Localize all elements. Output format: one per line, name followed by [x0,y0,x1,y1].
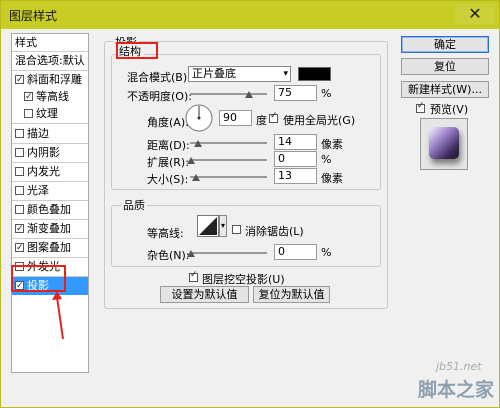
close-icon[interactable]: ✕ [455,4,495,24]
contour-picker[interactable] [197,215,219,237]
style-item-bevel-emboss[interactable]: 斜面和浮雕 [12,71,88,88]
checkbox[interactable] [24,109,33,118]
spread-slider-track[interactable] [190,159,267,161]
checkbox[interactable] [15,72,24,88]
watermark-site: jb51.net [436,360,482,373]
checkbox[interactable] [15,240,24,256]
spread-unit: % [321,153,332,166]
opacity-label: 不透明度(O): [127,90,192,103]
style-item-gradient-overlay[interactable]: 渐变叠加 [12,220,88,237]
size-slider-track[interactable] [190,176,267,178]
angle-dial[interactable] [184,103,214,133]
distance-label: 距离(D): [147,139,190,152]
style-item-pattern-overlay[interactable]: 图案叠加 [12,239,88,256]
set-default-button[interactable]: 设置为默认值 [160,286,249,303]
title-bar: 图层样式 ✕ [1,1,499,29]
preview-checkbox[interactable] [416,101,425,113]
spread-slider-thumb[interactable] [187,157,195,164]
watermark-brand: 脚本之家 [418,379,495,401]
blend-mode-select[interactable]: 正片叠底 ▾ [188,66,291,82]
contour-label: 等高线: [147,227,184,240]
preview-label: 预览(V) [430,103,469,116]
opacity-slider-track[interactable] [190,93,267,95]
annotation-box-structure [116,42,158,59]
angle-unit: 度 [256,114,267,127]
chevron-down-icon: ▾ [283,69,288,79]
size-unit: 像素 [321,172,343,185]
style-item-color-overlay[interactable]: 颜色叠加 [12,201,88,218]
antialias-checkbox[interactable] [232,225,241,234]
style-item-texture[interactable]: 纹理 [12,105,88,122]
style-item-blending-options[interactable]: 混合选项:默认 [12,52,88,69]
noise-input[interactable]: 0 [274,244,317,260]
noise-slider-track[interactable] [190,252,267,254]
layer-style-dialog: 图层样式 ✕ 样式 混合选项:默认 斜面和浮雕 等高线 纹理 描边 内阴影 内发… [0,0,500,408]
style-preview-thumbnail [420,118,468,170]
checkbox[interactable] [24,89,33,105]
size-slider-thumb[interactable] [192,174,200,181]
global-light-label: 使用全局光(G) [283,114,356,127]
shadow-color-swatch[interactable] [298,67,331,81]
blend-mode-label: 混合模式(B): [127,71,191,84]
style-item-inner-glow[interactable]: 内发光 [12,163,88,180]
antialias-label: 消除锯齿(L) [245,225,304,238]
reset-button[interactable]: 复位 [401,58,489,75]
window-title: 图层样式 [9,9,58,23]
reset-default-button[interactable]: 复位为默认值 [253,286,330,303]
noise-label: 杂色(N): [147,249,190,262]
checkbox[interactable] [15,148,24,157]
checkbox[interactable] [15,205,24,214]
global-light-checkbox[interactable] [269,111,278,123]
opacity-slider-thumb[interactable] [245,91,253,98]
annotation-arrow [52,291,64,340]
checkbox[interactable] [15,167,24,176]
opacity-unit: % [321,87,332,100]
distance-input[interactable]: 14 [274,134,317,150]
style-list-header[interactable]: 样式 [12,34,88,51]
spread-label: 扩展(R): [147,156,189,169]
knockout-label: 图层挖空投影(U) [202,273,285,286]
annotation-box-drop-shadow [11,265,66,292]
contour-dropdown-icon[interactable]: ▾ [219,215,227,237]
style-item-inner-shadow[interactable]: 内阴影 [12,144,88,161]
noise-slider-thumb[interactable] [187,250,195,257]
distance-unit: 像素 [321,138,343,151]
new-style-button[interactable]: 新建样式(W)... [401,81,489,98]
noise-unit: % [321,246,332,259]
knockout-checkbox[interactable] [189,270,198,282]
checkbox[interactable] [15,129,24,138]
angle-input[interactable]: 90 [219,110,252,126]
checkbox[interactable] [15,221,24,237]
ok-button[interactable]: 确定 [401,36,489,53]
spread-input[interactable]: 0 [274,151,317,167]
style-item-stroke[interactable]: 描边 [12,125,88,142]
angle-label: 角度(A): [147,116,189,129]
distance-slider-thumb[interactable] [194,140,202,147]
preview-shape [429,127,459,159]
size-label: 大小(S): [147,173,189,186]
quality-title: 品质 [121,197,147,213]
style-item-satin[interactable]: 光泽 [12,182,88,199]
size-input[interactable]: 13 [274,168,317,184]
style-item-contour[interactable]: 等高线 [12,88,88,105]
opacity-input[interactable]: 75 [274,85,317,101]
checkbox[interactable] [15,186,24,195]
